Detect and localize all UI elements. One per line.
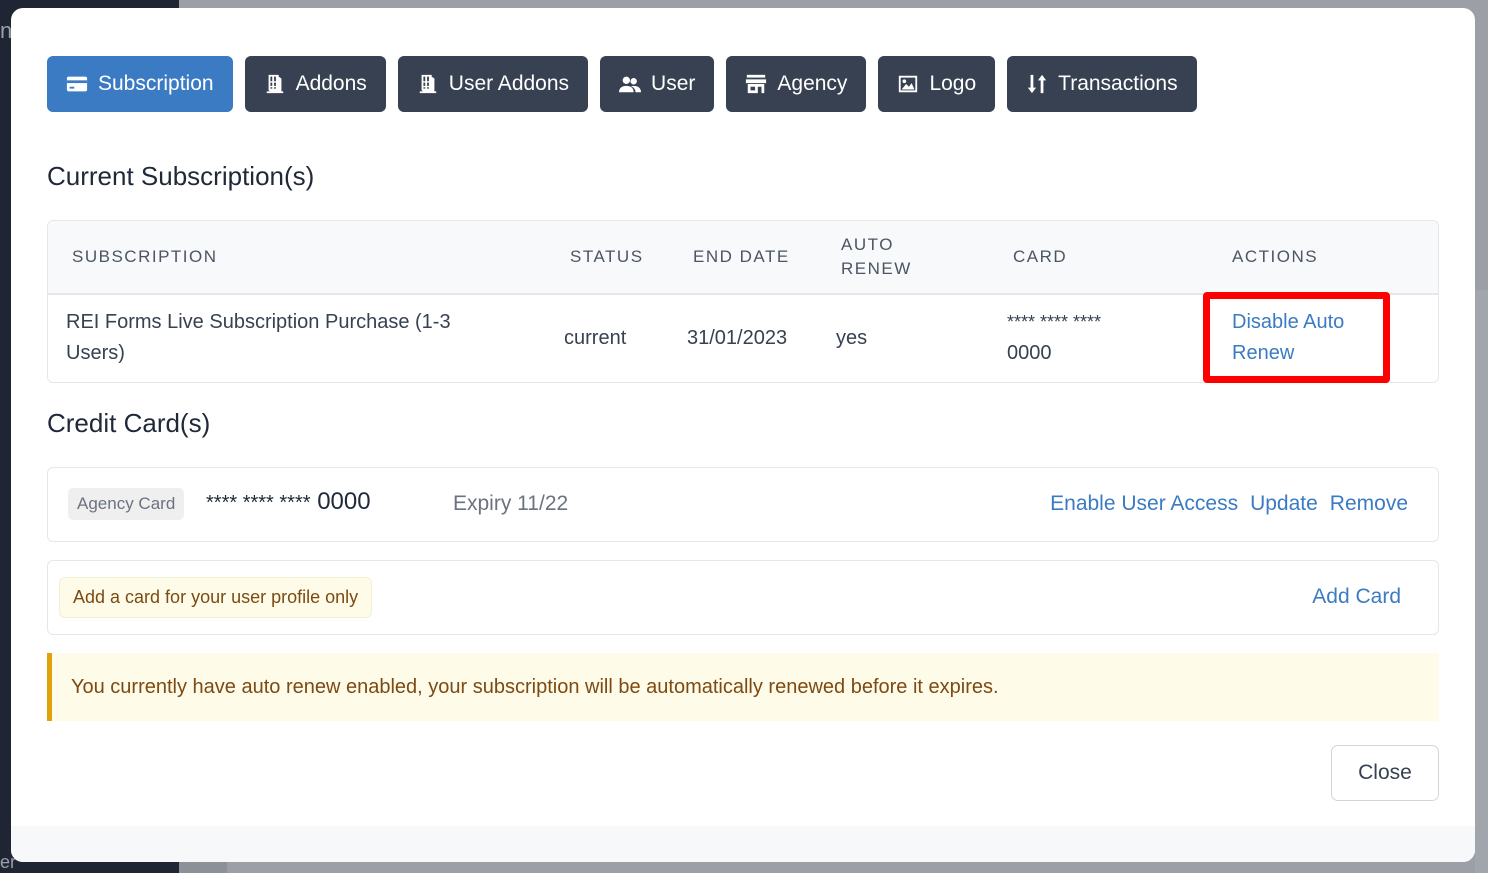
card-mask: **** **** ****: [1007, 312, 1102, 332]
agency-card-badge: Agency Card: [68, 488, 185, 520]
column-header-end-date: END DATE: [693, 247, 790, 266]
column-header-subscription: SUBSCRIPTION: [72, 247, 218, 266]
current-subscriptions-heading: Current Subscription(s): [47, 161, 315, 191]
store-icon: [745, 73, 767, 95]
card-actions: Enable User Access Update Remove: [1050, 492, 1408, 516]
card-mask: **** **** ****: [206, 492, 311, 514]
tab-agency[interactable]: Agency: [726, 56, 867, 112]
subscription-card: **** **** **** 0000: [1007, 307, 1101, 369]
credit-card-item: Agency Card **** **** **** 0000 Expiry 1…: [47, 467, 1439, 542]
sort-arrows-icon: [1026, 73, 1048, 95]
auto-renew-alert: You currently have auto renew enabled, y…: [47, 653, 1439, 721]
subscription-status: current: [564, 327, 627, 349]
tab-bar: Subscription Addons User Addons User Age…: [47, 56, 1197, 112]
add-card-row: Add a card for your user profile only Ad…: [47, 560, 1439, 635]
column-header-status: STATUS: [570, 247, 644, 266]
image-icon: [897, 73, 919, 95]
tab-user[interactable]: User: [600, 56, 715, 112]
subscription-modal: Subscription Addons User Addons User Age…: [11, 8, 1475, 862]
card-last4: 0000: [317, 488, 371, 515]
column-header-actions: ACTIONS: [1232, 247, 1319, 266]
tab-logo[interactable]: Logo: [878, 56, 996, 112]
column-header-auto-renew-line2: RENEW: [841, 259, 912, 278]
tab-transactions[interactable]: Transactions: [1007, 56, 1197, 112]
background-panel: [1475, 290, 1488, 873]
tab-label: User: [651, 72, 696, 95]
add-card-link[interactable]: Add Card: [1312, 585, 1401, 609]
pallet-boxes-icon: [264, 73, 286, 95]
tab-subscription[interactable]: Subscription: [47, 56, 233, 112]
subscription-name: REI Forms Live Subscription Purchase (1-…: [66, 307, 451, 369]
tab-label: Logo: [929, 72, 977, 95]
tab-label: Addons: [295, 72, 367, 95]
subscription-end-date: 31/01/2023: [687, 327, 788, 349]
alert-message: You currently have auto renew enabled, y…: [71, 675, 999, 698]
tab-user-addons[interactable]: User Addons: [397, 56, 589, 112]
subscription-name-line1: REI Forms Live Subscription Purchase (1-…: [66, 311, 451, 333]
tab-label: User Addons: [448, 72, 570, 95]
tab-label: Transactions: [1058, 72, 1178, 95]
subscription-auto-renew: yes: [836, 327, 868, 349]
column-header-auto-renew-line1: AUTO: [841, 235, 894, 254]
table-header: SUBSCRIPTION STATUS END DATE AUTO RENEW …: [48, 221, 1438, 295]
column-header-auto-renew: AUTO RENEW: [841, 233, 912, 281]
card-expiry: Expiry 11/22: [453, 492, 569, 515]
remove-card-link[interactable]: Remove: [1330, 492, 1408, 516]
card-last4: 0000: [1007, 342, 1052, 364]
close-button[interactable]: Close: [1331, 745, 1439, 801]
update-card-link[interactable]: Update: [1250, 492, 1318, 516]
column-header-card: CARD: [1013, 247, 1068, 266]
pallet-boxes-icon: [417, 73, 439, 95]
tab-label: Agency: [777, 72, 848, 95]
credit-card-icon: [66, 73, 88, 95]
credit-cards-heading: Credit Card(s): [47, 408, 211, 438]
tab-label: Subscription: [98, 72, 214, 95]
modal-footer: [11, 826, 1475, 862]
subscription-name-line2: Users): [66, 342, 125, 364]
add-card-note: Add a card for your user profile only: [59, 577, 373, 618]
tab-addons[interactable]: Addons: [244, 56, 386, 112]
card-number: **** **** **** 0000: [206, 488, 371, 516]
users-icon: [619, 73, 642, 95]
enable-user-access-link[interactable]: Enable User Access: [1050, 492, 1238, 516]
highlight-annotation: [1203, 292, 1390, 383]
